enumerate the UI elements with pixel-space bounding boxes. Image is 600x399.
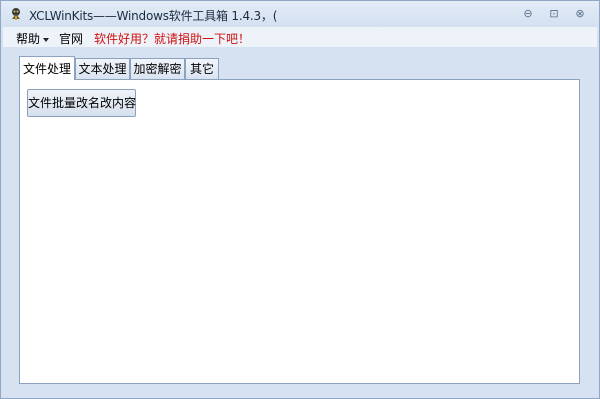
tab-text-processing[interactable]: 文本处理 bbox=[75, 58, 130, 79]
menu-help[interactable]: 帮助 bbox=[16, 30, 50, 47]
tab-content-panel: 文件批量改名改内容 bbox=[19, 79, 580, 384]
chevron-down-icon bbox=[43, 37, 50, 42]
close-icon[interactable]: ⊗ bbox=[572, 7, 588, 21]
restore-icon[interactable]: ⊡ bbox=[546, 7, 562, 21]
window-title: XCLWinKits——Windows软件工具箱 1.4.3，( bbox=[29, 9, 278, 23]
menu-website[interactable]: 官网 bbox=[59, 30, 83, 47]
tab-encrypt-decrypt[interactable]: 加密解密 bbox=[130, 58, 185, 79]
title-bar[interactable]: XCLWinKits——Windows软件工具箱 1.4.3，( ⊖ ⊡ ⊗ bbox=[1, 1, 599, 27]
app-logo-icon bbox=[12, 8, 20, 20]
batch-rename-button[interactable]: 文件批量改名改内容 bbox=[27, 89, 136, 117]
app-window: XCLWinKits——Windows软件工具箱 1.4.3，( ⊖ ⊡ ⊗ 帮… bbox=[0, 0, 600, 399]
donate-link[interactable]: 软件好用？就请捐助一下吧！ bbox=[94, 30, 250, 47]
tab-file-processing[interactable]: 文件处理 bbox=[19, 56, 75, 80]
menu-bar: 帮助 官网 软件好用？就请捐助一下吧！ bbox=[3, 27, 597, 47]
minimize-icon[interactable]: ⊖ bbox=[520, 7, 536, 21]
menu-help-label: 帮助 bbox=[16, 32, 41, 46]
tab-other[interactable]: 其它 bbox=[185, 58, 219, 79]
